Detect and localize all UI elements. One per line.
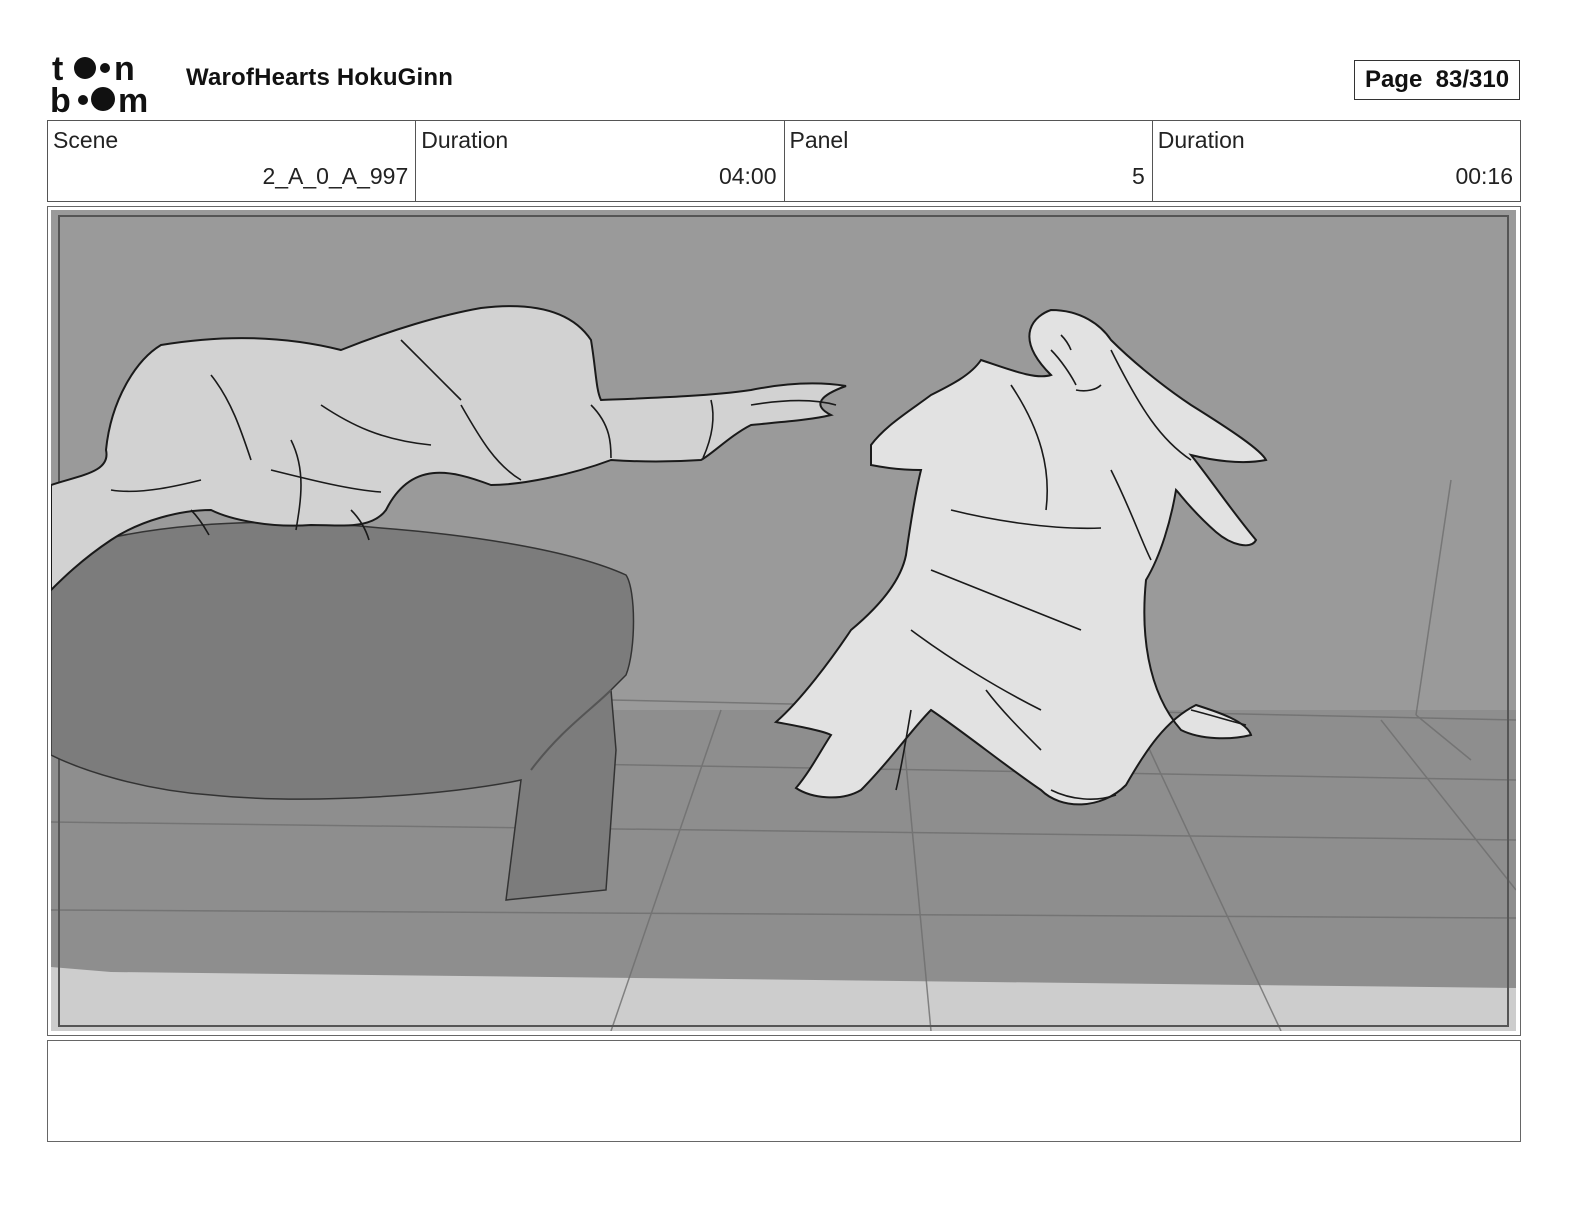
panel-duration-cell: Duration 00:16: [1153, 121, 1520, 201]
panel-duration-label: Duration: [1157, 127, 1245, 153]
scene-label: Scene: [53, 127, 119, 153]
panel-cell: Panel 5: [785, 121, 1153, 201]
toon-boom-logo: t n b m: [50, 50, 148, 114]
storyboard-panel: [47, 206, 1521, 1036]
project-title: WarofHearts HokuGinn: [186, 64, 454, 91]
scene-duration-cell: Duration 04:00: [416, 121, 785, 201]
svg-text:m: m: [118, 82, 148, 114]
scene-duration-value: 04:00: [718, 163, 777, 189]
svg-text:b: b: [50, 82, 71, 114]
scene-info-row: Scene 2_A_0_A_997 Duration 04:00 Panel 5…: [47, 120, 1521, 202]
storyboard-sketch-image: [51, 210, 1516, 1031]
panel-value: 5: [1131, 163, 1145, 189]
page-indicator: Page 83/310: [1354, 60, 1520, 100]
scene-value: 2_A_0_A_997: [262, 163, 409, 189]
panel-label: Panel: [789, 127, 849, 153]
scene-duration-label: Duration: [421, 127, 509, 153]
scene-cell: Scene 2_A_0_A_997: [48, 121, 417, 201]
panel-duration-value: 00:16: [1455, 163, 1513, 189]
panel-notes-box: [47, 1040, 1521, 1142]
